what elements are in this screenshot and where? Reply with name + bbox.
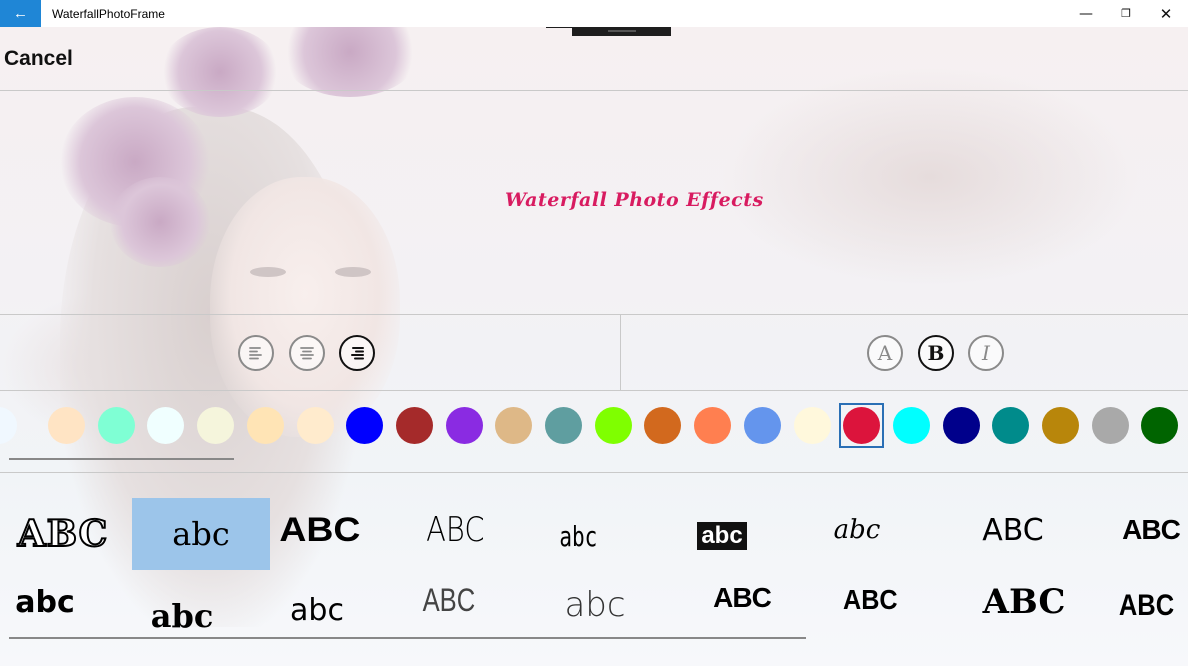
font-scrollbar-thumb[interactable] xyxy=(9,637,806,639)
bold-style-button[interactable]: B xyxy=(918,335,954,371)
color-swatch[interactable] xyxy=(595,407,632,444)
color-swatch[interactable] xyxy=(1092,407,1129,444)
selected-color-indicator xyxy=(839,403,884,448)
colors-divider xyxy=(0,472,1188,473)
minimize-button[interactable]: — xyxy=(1066,0,1106,27)
color-swatch[interactable] xyxy=(346,407,383,444)
font-sample[interactable]: ABC xyxy=(380,564,518,636)
font-sample[interactable]: abc xyxy=(509,500,647,572)
header-divider xyxy=(0,90,1188,91)
align-right-icon xyxy=(351,347,364,360)
grip-icon xyxy=(608,30,636,32)
color-swatch[interactable] xyxy=(396,407,433,444)
font-sample[interactable]: ABC xyxy=(955,566,1093,638)
font-sample[interactable]: abc xyxy=(248,574,386,646)
toolbar-bottom-divider xyxy=(0,390,1188,391)
toolbar-vertical-divider xyxy=(620,314,621,390)
font-sample[interactable]: ABC xyxy=(1077,570,1188,642)
background-rock xyxy=(720,67,1140,287)
close-button[interactable]: ✕ xyxy=(1146,0,1186,27)
maximize-button[interactable]: ❐ xyxy=(1106,0,1146,27)
color-swatch[interactable] xyxy=(247,407,284,444)
font-sample[interactable]: ABC xyxy=(1082,494,1188,566)
color-swatch[interactable] xyxy=(1141,407,1178,444)
minimize-icon: — xyxy=(1079,5,1093,22)
italic-style-button[interactable]: I xyxy=(968,335,1004,371)
normal-style-button[interactable]: A xyxy=(867,335,903,371)
flower-shape xyxy=(110,177,210,267)
font-sample[interactable]: abc xyxy=(526,569,664,641)
eye-shape xyxy=(250,267,286,277)
font-sample[interactable]: ABC xyxy=(944,494,1082,566)
font-sample[interactable]: ABC xyxy=(801,564,939,636)
align-center-button[interactable] xyxy=(289,335,325,371)
cancel-button[interactable]: Cancel xyxy=(4,47,73,71)
back-button[interactable]: ← xyxy=(0,0,41,27)
font-sample[interactable]: ABC xyxy=(0,498,132,570)
color-swatch[interactable] xyxy=(943,407,980,444)
color-swatch[interactable] xyxy=(1042,407,1079,444)
color-swatch[interactable] xyxy=(147,407,184,444)
color-swatch[interactable] xyxy=(197,407,234,444)
app-title: WaterfallPhotoFrame xyxy=(52,7,165,21)
font-sample[interactable]: abc xyxy=(113,580,251,652)
italic-style-icon: I xyxy=(982,341,990,365)
preview-text[interactable]: Waterfall Photo Effects xyxy=(505,189,764,211)
font-sample[interactable]: ABC xyxy=(251,494,389,566)
font-sample[interactable]: abc xyxy=(788,494,926,566)
color-swatch[interactable] xyxy=(495,407,532,444)
font-sample-selected[interactable]: abc xyxy=(132,498,270,570)
align-left-icon xyxy=(249,347,262,360)
color-swatch[interactable] xyxy=(794,407,831,444)
color-swatch[interactable] xyxy=(893,407,930,444)
color-swatch[interactable] xyxy=(744,407,781,444)
restore-icon: ❐ xyxy=(1121,7,1131,20)
color-swatch[interactable] xyxy=(644,407,681,444)
color-scrollbar-thumb[interactable] xyxy=(9,458,234,460)
normal-style-icon: A xyxy=(877,341,893,365)
color-swatch[interactable] xyxy=(446,407,483,444)
close-icon: ✕ xyxy=(1159,4,1173,23)
color-swatch[interactable] xyxy=(545,407,582,444)
flower-shape xyxy=(160,27,280,117)
color-swatch[interactable] xyxy=(297,407,334,444)
toolbar-top-divider xyxy=(0,314,1188,315)
color-swatch[interactable] xyxy=(48,407,85,444)
flower-shape xyxy=(280,27,420,97)
color-swatch[interactable] xyxy=(992,407,1029,444)
top-panel-edge xyxy=(546,27,572,28)
align-center-icon xyxy=(300,347,314,360)
font-sample[interactable]: ABC xyxy=(673,562,811,634)
eye-shape xyxy=(335,267,371,277)
font-sample[interactable]: ABC xyxy=(386,494,524,566)
color-swatch[interactable] xyxy=(98,407,135,444)
bold-style-icon: B xyxy=(927,341,945,365)
back-arrow-icon: ← xyxy=(13,5,28,22)
title-bar: ← WaterfallPhotoFrame — ❐ ✕ xyxy=(0,0,1188,27)
color-swatch[interactable] xyxy=(694,407,731,444)
align-left-button[interactable] xyxy=(238,335,274,371)
font-sample[interactable]: abc xyxy=(0,566,114,638)
align-right-button[interactable] xyxy=(339,335,375,371)
face-shape xyxy=(210,177,400,437)
